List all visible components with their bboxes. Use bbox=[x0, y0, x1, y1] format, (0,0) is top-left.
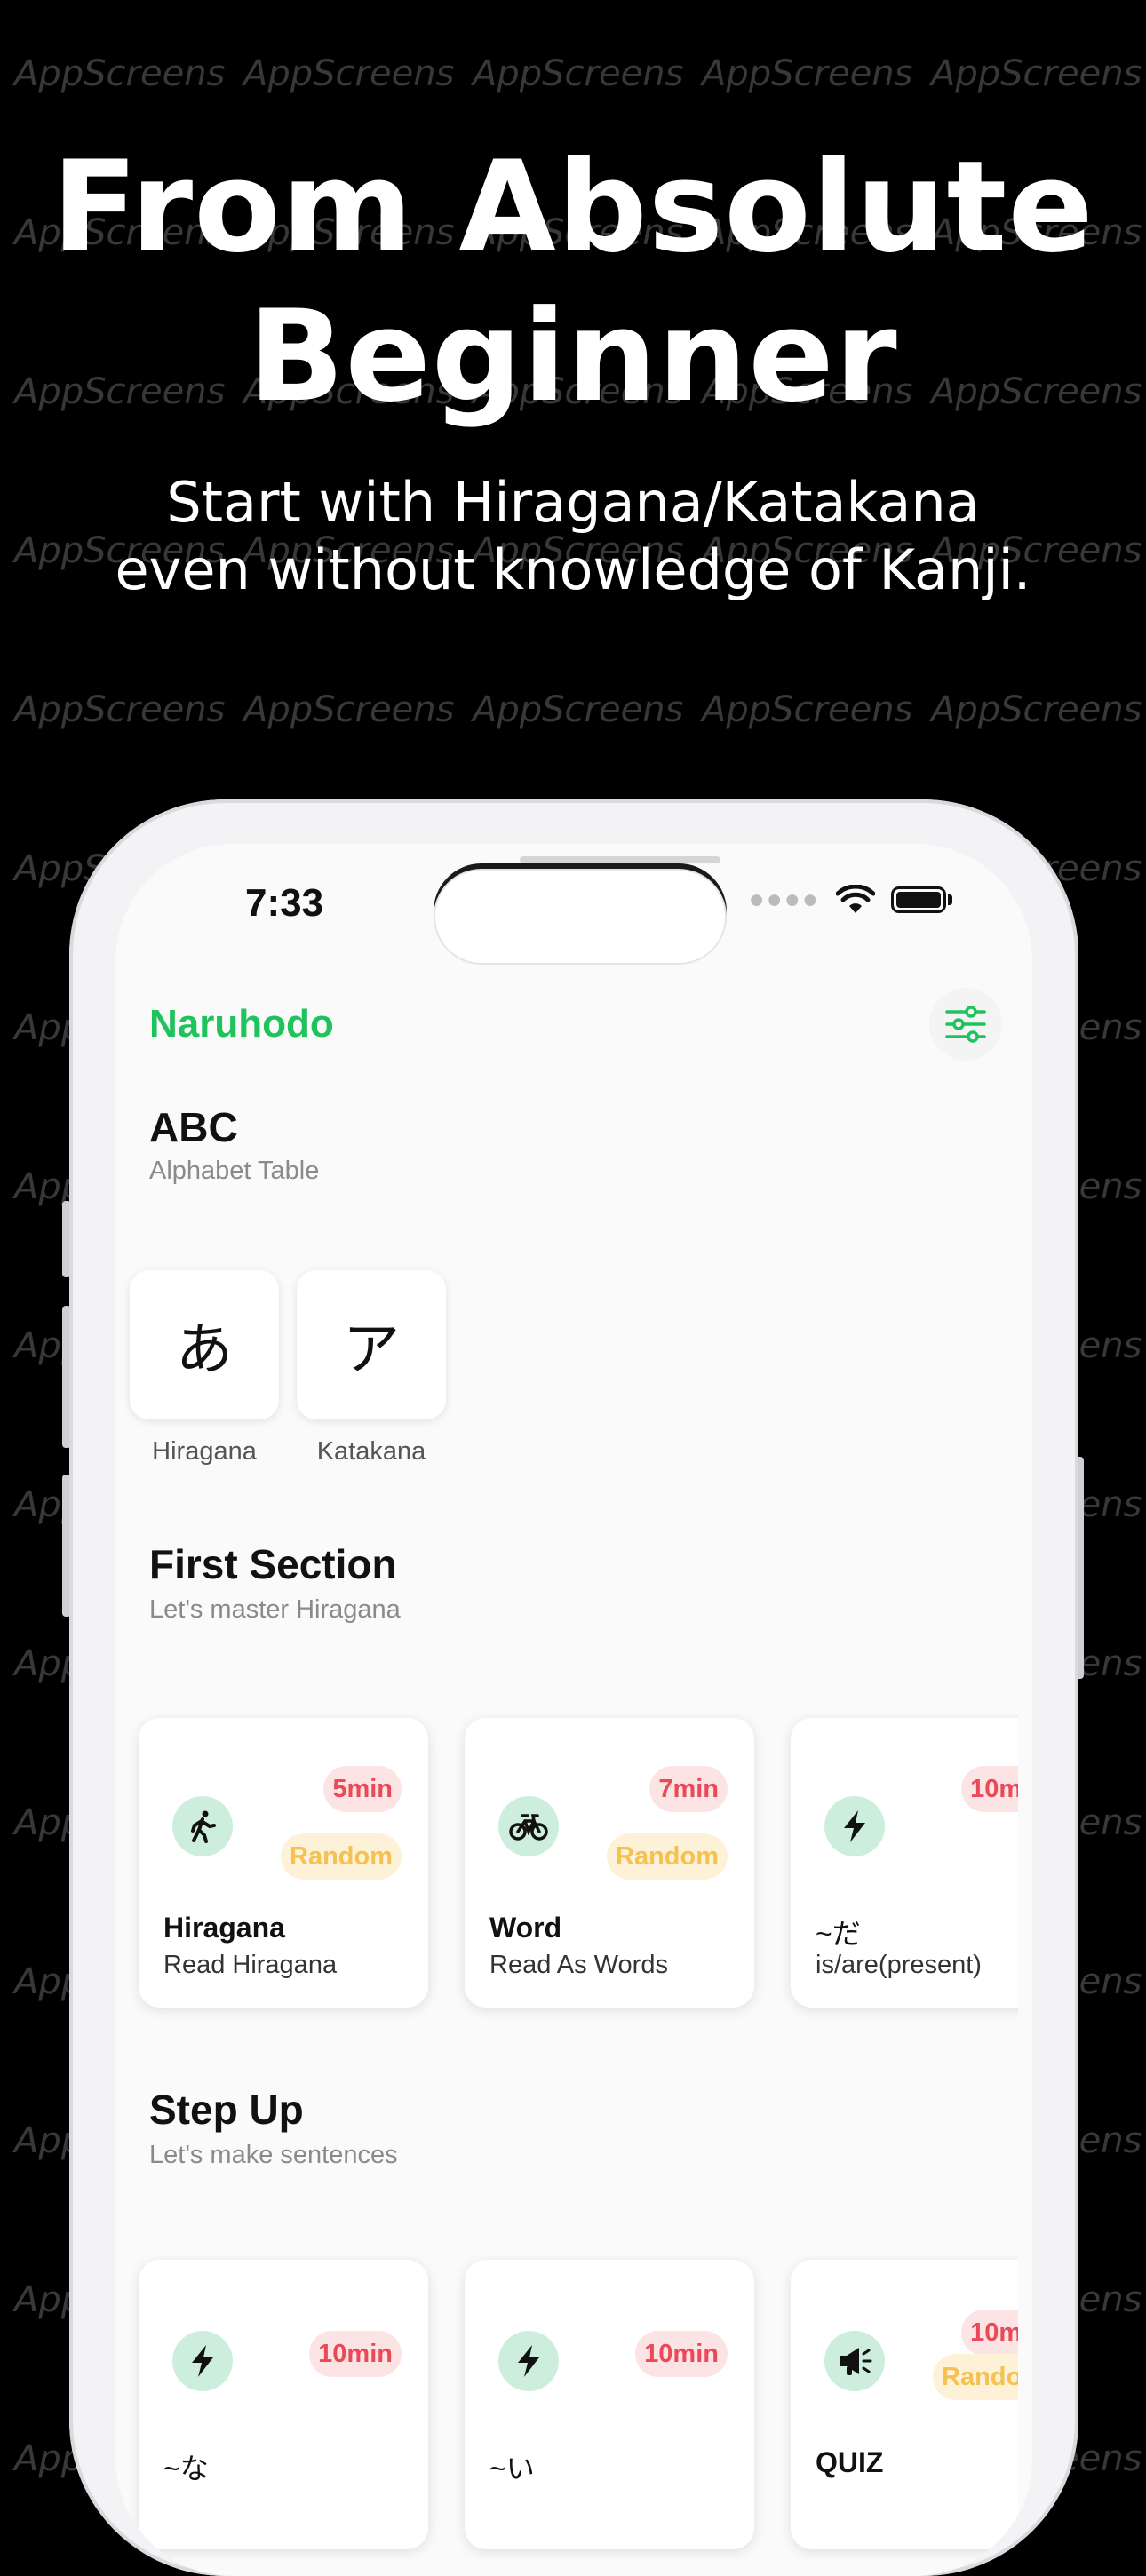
megaphone-icon bbox=[824, 2331, 885, 2391]
watermark-text: AppScreens bbox=[473, 689, 684, 730]
headline: From Absolute Beginner bbox=[0, 133, 1146, 432]
watermark-text: AppScreens bbox=[702, 53, 913, 94]
watermark-text: AppScreens bbox=[931, 53, 1142, 94]
step-up-carousel[interactable]: 10min ~な 10min ~い 10min Random QUIZ bbox=[115, 2256, 1018, 2576]
earpiece bbox=[520, 856, 720, 863]
watermark-text: AppScreens bbox=[243, 689, 455, 730]
katakana-tile-label: Katakana bbox=[316, 1437, 426, 1466]
katakana-table-tile[interactable]: ア bbox=[297, 1270, 446, 1419]
card-title: ~い bbox=[489, 2453, 535, 2485]
card-description: Read As Words bbox=[489, 1951, 668, 1979]
subheadline-line-1: Start with Hiragana/Katakana bbox=[166, 470, 980, 535]
duration-badge: 10min bbox=[309, 2331, 402, 2377]
app-title: Naruhodo bbox=[149, 1002, 334, 1046]
lesson-card-hiragana[interactable]: 5min Random Hiragana Read Hiragana bbox=[139, 1718, 428, 2008]
bolt-icon bbox=[172, 2331, 233, 2391]
watermark-text: AppScreens bbox=[702, 689, 913, 730]
lesson-card-da[interactable]: 10min ~だ is/are(present) bbox=[791, 1718, 1018, 2008]
random-badge: Random bbox=[607, 1833, 728, 1880]
step-up-section-title: Step Up bbox=[149, 2087, 304, 2133]
signal-dots-icon: ●●●● bbox=[748, 885, 820, 914]
random-badge: Random bbox=[281, 1833, 402, 1880]
card-title: QUIZ bbox=[816, 2446, 884, 2478]
walking-icon bbox=[172, 1796, 233, 1856]
battery-icon bbox=[891, 886, 946, 913]
card-title: Hiragana bbox=[163, 1912, 285, 1944]
duration-badge: 10min bbox=[961, 2310, 1018, 2356]
sliders-icon bbox=[945, 1006, 986, 1043]
step-up-section-subtitle: Let's make sentences bbox=[149, 2141, 398, 2169]
watermark-text: AppScreens bbox=[14, 53, 226, 94]
headline-line-1: From Absolute bbox=[52, 134, 1094, 281]
lesson-card-na[interactable]: 10min ~な bbox=[139, 2260, 428, 2549]
headline-line-2: Beginner bbox=[248, 283, 898, 430]
lesson-card-quiz[interactable]: 10min Random QUIZ bbox=[791, 2260, 1018, 2549]
hiragana-tile-label: Hiragana bbox=[152, 1437, 257, 1466]
status-time: 7:33 bbox=[245, 881, 324, 925]
duration-badge: 10min bbox=[961, 1766, 1018, 1812]
dynamic-island bbox=[434, 869, 727, 965]
card-title: ~な bbox=[163, 2453, 209, 2485]
wifi-icon bbox=[836, 885, 875, 913]
bolt-icon bbox=[498, 2331, 559, 2391]
bicycle-icon bbox=[498, 1796, 559, 1856]
abc-section-title: ABC bbox=[149, 1104, 238, 1150]
watermark-text: AppScreens bbox=[243, 53, 455, 94]
hiragana-table-tile[interactable]: あ bbox=[130, 1270, 279, 1419]
subheadline-line-2: even without knowledge of Kanji. bbox=[115, 537, 1031, 602]
duration-badge: 10min bbox=[635, 2331, 728, 2377]
settings-button[interactable] bbox=[929, 988, 1002, 1061]
subheadline: Start with Hiragana/Katakana even withou… bbox=[0, 469, 1146, 604]
first-section-carousel[interactable]: 5min Random Hiragana Read Hiragana 7min … bbox=[115, 1714, 1018, 2034]
duration-badge: 5min bbox=[323, 1766, 402, 1812]
first-section-subtitle: Let's master Hiragana bbox=[149, 1595, 401, 1624]
card-title: Word bbox=[489, 1912, 562, 1944]
card-title: ~だ bbox=[816, 1918, 861, 1950]
watermark-text: AppScreens bbox=[14, 689, 226, 730]
bolt-icon bbox=[824, 1796, 885, 1856]
abc-section-subtitle: Alphabet Table bbox=[149, 1157, 320, 1185]
card-description: is/are(present) bbox=[816, 1951, 982, 1979]
watermark-text: AppScreens bbox=[931, 689, 1142, 730]
duration-badge: 7min bbox=[649, 1766, 728, 1812]
lesson-card-i[interactable]: 10min ~い bbox=[465, 2260, 754, 2549]
random-badge: Random bbox=[933, 2354, 1018, 2400]
lesson-card-word[interactable]: 7min Random Word Read As Words bbox=[465, 1718, 754, 2008]
phone-screen: 7:33 ●●●● Naruhodo ABC Alphabet Table あ … bbox=[115, 844, 1032, 2576]
watermark-text: AppScreens bbox=[473, 53, 684, 94]
phone-frame: 7:33 ●●●● Naruhodo ABC Alphabet Table あ … bbox=[69, 799, 1078, 2576]
first-section-title: First Section bbox=[149, 1541, 397, 1587]
status-icons: ●●●● bbox=[749, 885, 952, 915]
card-description: Read Hiragana bbox=[163, 1951, 338, 1979]
battery-cap bbox=[948, 894, 952, 905]
